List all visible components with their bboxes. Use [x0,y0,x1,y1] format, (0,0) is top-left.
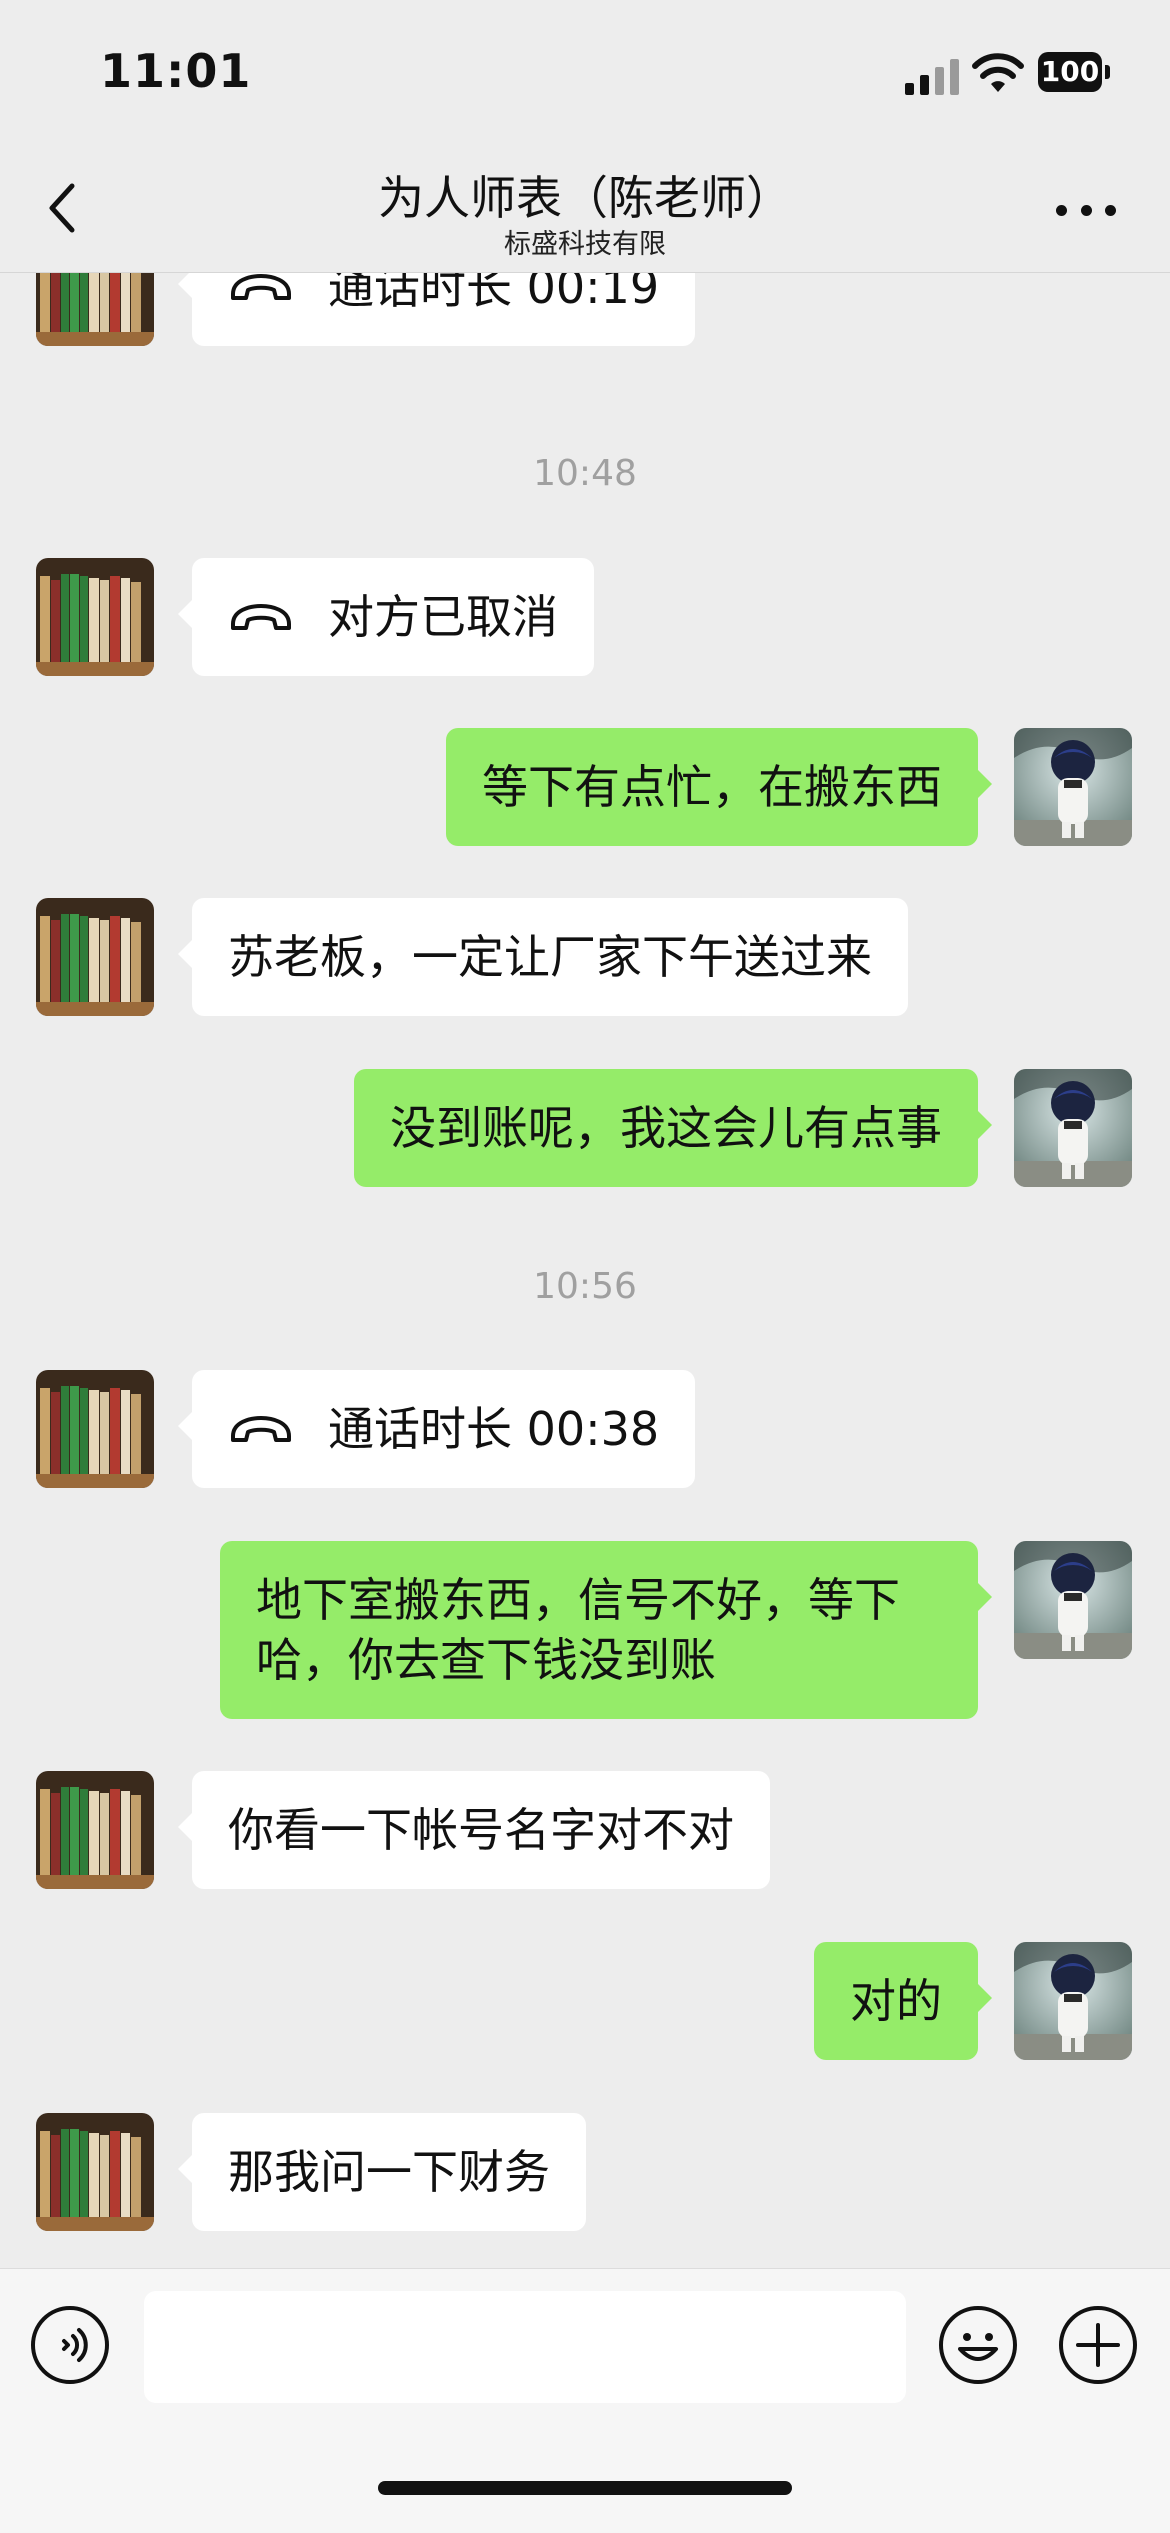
cellular-signal-icon [905,57,961,95]
emoji-icon[interactable] [938,2305,1018,2385]
contact-avatar[interactable] [36,1771,154,1889]
contact-avatar[interactable] [36,898,154,1016]
phone-hangup-icon [231,273,291,300]
message-input[interactable] [144,2291,906,2403]
phone-hangup-icon [231,1415,291,1442]
contact-avatar[interactable] [36,273,154,346]
message-list[interactable]: 通话时长 00:19 10:48 对方已取消 等下有点忙，在搬东西 苏老板，一定… [0,273,1170,2268]
phone-hangup-icon [231,603,291,630]
my-avatar[interactable] [1014,728,1132,846]
outgoing-message-bubble[interactable]: 没到账呢，我这会儿有点事 [354,1069,992,1187]
outgoing-message-bubble[interactable]: 地下室搬东西，信号不好，等下哈，你去查下钱没到账 [220,1541,992,1719]
call-record-bubble[interactable]: 通话时长 00:38 [177,1370,696,1488]
outgoing-message-bubble[interactable]: 等下有点忙，在搬东西 [446,728,992,846]
chat-header: 为人师表（陈老师） 标盛科技有限 [0,140,1170,273]
call-duration-text: 通话时长 00:38 [328,1402,660,1456]
timestamp: 10:56 [533,1266,637,1307]
status-time: 11:01 [100,44,252,98]
incoming-message-bubble[interactable]: 你看一下帐号名字对不对 [178,1771,770,1889]
incoming-message-bubble[interactable]: 苏老板，一定让厂家下午送过来 [178,898,908,1016]
contact-avatar[interactable] [36,1370,154,1488]
more-button[interactable] [1056,195,1116,225]
contact-avatar[interactable] [36,558,154,676]
call-duration-text: 通话时长 00:19 [328,273,660,314]
more-dots-icon [1056,204,1067,216]
call-status-text: 对方已取消 [328,590,558,644]
wifi-icon [972,53,1024,92]
call-record-bubble[interactable]: 通话时长 00:19 [177,273,696,346]
outgoing-message-bubble[interactable]: 对的 [814,1942,992,2060]
battery-icon: 100 [1038,52,1110,92]
my-avatar[interactable] [1014,1069,1132,1187]
chat-subtitle: 标盛科技有限 [504,229,666,260]
input-bar [0,2268,1170,2533]
timestamp: 10:48 [533,453,637,494]
incoming-message-bubble[interactable]: 那我问一下财务 [178,2113,586,2231]
my-avatar[interactable] [1014,1942,1132,2060]
status-bar: 11:01 100 [0,0,1170,140]
chat-title: 为人师表（陈老师） [378,171,792,225]
home-indicator[interactable] [378,2481,792,2495]
voice-icon[interactable] [30,2305,110,2385]
call-record-bubble[interactable]: 对方已取消 [178,558,594,676]
battery-level: 100 [1038,52,1102,92]
my-avatar[interactable] [1014,1541,1132,1659]
contact-avatar[interactable] [36,2113,154,2231]
plus-icon[interactable] [1058,2305,1138,2385]
